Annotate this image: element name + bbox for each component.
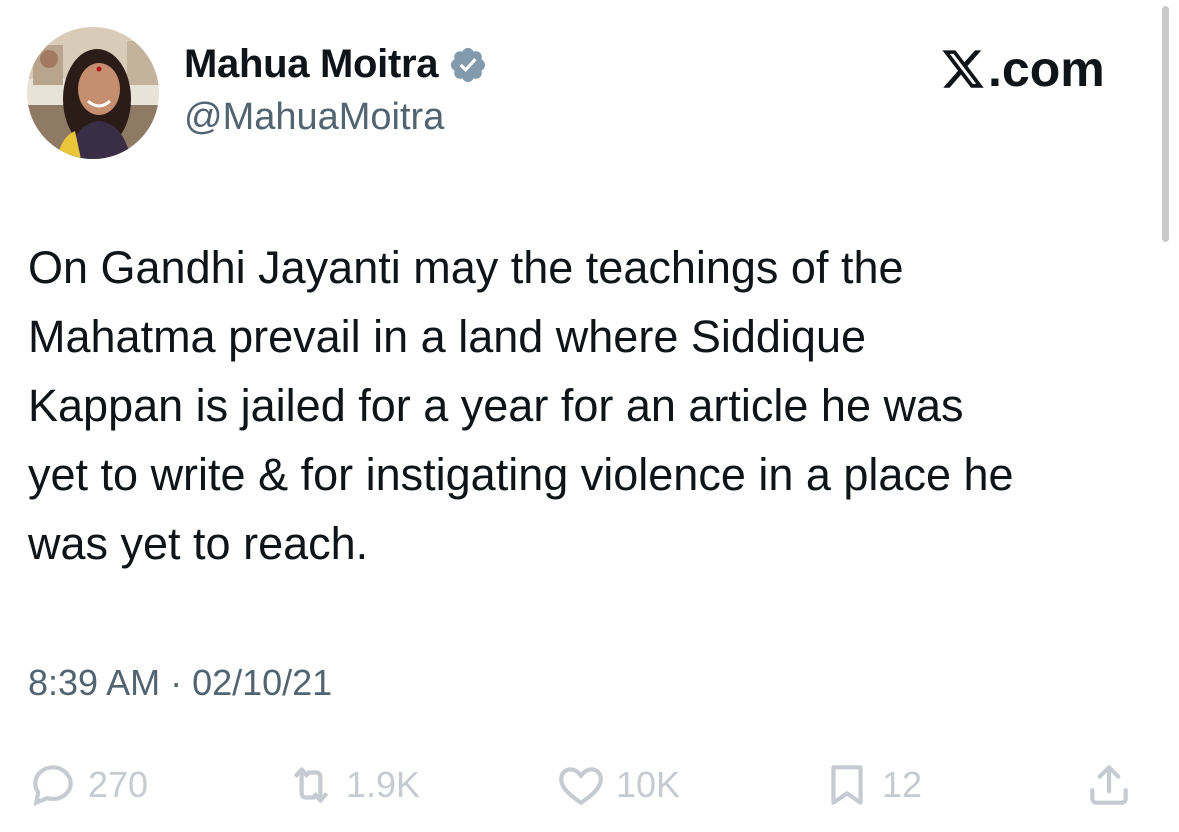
tweet-text: On Gandhi Jayanti may the teachings of t… xyxy=(28,242,1014,569)
author-handle[interactable]: @MahuaMoitra xyxy=(184,96,444,139)
display-name-text[interactable]: Mahua Moitra xyxy=(184,42,439,87)
share-icon xyxy=(1084,760,1134,810)
avatar[interactable] xyxy=(27,27,159,159)
action-bar: 270 1.9K 10K 12 xyxy=(0,760,1179,816)
reply-button[interactable]: 270 xyxy=(28,760,148,810)
scrollbar[interactable] xyxy=(1162,6,1169,242)
verified-badge-icon[interactable] xyxy=(448,45,488,85)
repost-icon xyxy=(286,760,336,810)
share-button[interactable] xyxy=(1084,760,1134,810)
repost-count: 1.9K xyxy=(346,764,421,805)
bookmark-count: 12 xyxy=(882,764,923,805)
like-button[interactable]: 10K xyxy=(556,760,680,810)
tweet-timestamp[interactable]: 8:39 AM · 02/10/21 xyxy=(28,662,332,704)
heart-icon xyxy=(556,760,606,810)
repost-button[interactable]: 1.9K xyxy=(286,760,420,810)
bookmark-icon xyxy=(822,760,872,810)
x-logo-icon xyxy=(940,46,986,92)
reply-count: 270 xyxy=(88,764,149,805)
site-logo-text: .com xyxy=(988,41,1105,97)
like-count: 10K xyxy=(616,764,681,805)
profile-photo xyxy=(27,27,159,159)
bookmark-button[interactable]: 12 xyxy=(822,760,922,810)
x-site-logo: .com xyxy=(940,40,1105,98)
reply-icon xyxy=(28,760,78,810)
author-display-name[interactable]: Mahua Moitra xyxy=(184,42,488,87)
